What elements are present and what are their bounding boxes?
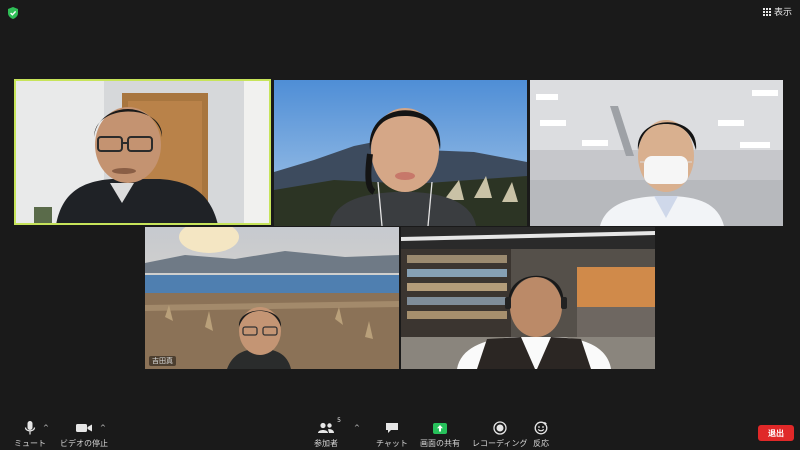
grid-view-icon: [762, 7, 771, 16]
participants-button[interactable]: 5 参加者: [314, 417, 341, 449]
shield-check-icon[interactable]: [6, 6, 20, 20]
chat-label: チャット: [376, 439, 408, 448]
microphone-icon: [24, 421, 36, 435]
video-camera-icon: [76, 424, 92, 432]
reactions-label: 反応: [533, 439, 549, 448]
speaker-2-video: [274, 80, 527, 226]
participant-name-label: 吉田真: [149, 356, 176, 366]
view-button[interactable]: 表示: [762, 5, 792, 18]
share-screen-icon: [433, 422, 447, 434]
view-label: 表示: [773, 8, 792, 18]
share-screen-button[interactable]: 画面の共有: [420, 420, 460, 449]
mute-button[interactable]: ミュート: [14, 420, 46, 449]
stop-video-label: ビデオの停止: [60, 439, 108, 448]
speaker-4-video: [145, 227, 399, 369]
reactions-button[interactable]: 反応: [533, 420, 549, 449]
participants-options-caret-icon[interactable]: ^: [354, 424, 360, 432]
chat-bubble-icon: [385, 423, 398, 433]
record-label: レコーディング: [472, 439, 528, 448]
participants-icon: [318, 422, 334, 433]
speaker-5-video: [401, 227, 655, 369]
video-tile-speaker-5[interactable]: [401, 227, 655, 369]
meeting-controls-toolbar: ミュート ^ ビデオの停止 ^ 5 参加者 ^ チャット 画面の共有 レコーディ…: [0, 417, 800, 450]
mute-label: ミュート: [14, 439, 46, 448]
share-screen-label: 画面の共有: [420, 439, 460, 448]
speaker-3-video: [530, 80, 783, 226]
record-icon: [493, 421, 507, 435]
video-tile-speaker-4[interactable]: 吉田真: [145, 227, 399, 369]
emoji-reaction-icon: [534, 421, 548, 435]
chat-button[interactable]: チャット: [376, 420, 408, 449]
speaker-1-video: [14, 79, 271, 225]
leave-meeting-button[interactable]: 退出: [758, 425, 794, 441]
record-button[interactable]: レコーディング: [472, 420, 527, 449]
video-options-caret-icon[interactable]: ^: [100, 424, 106, 432]
video-tile-speaker-1[interactable]: [14, 79, 271, 225]
video-tile-speaker-3[interactable]: [530, 80, 783, 226]
audio-options-caret-icon[interactable]: ^: [43, 424, 49, 432]
participants-count-badge: 5: [337, 417, 341, 424]
video-tile-speaker-2[interactable]: [274, 80, 527, 226]
participants-label: 参加者: [314, 439, 338, 448]
